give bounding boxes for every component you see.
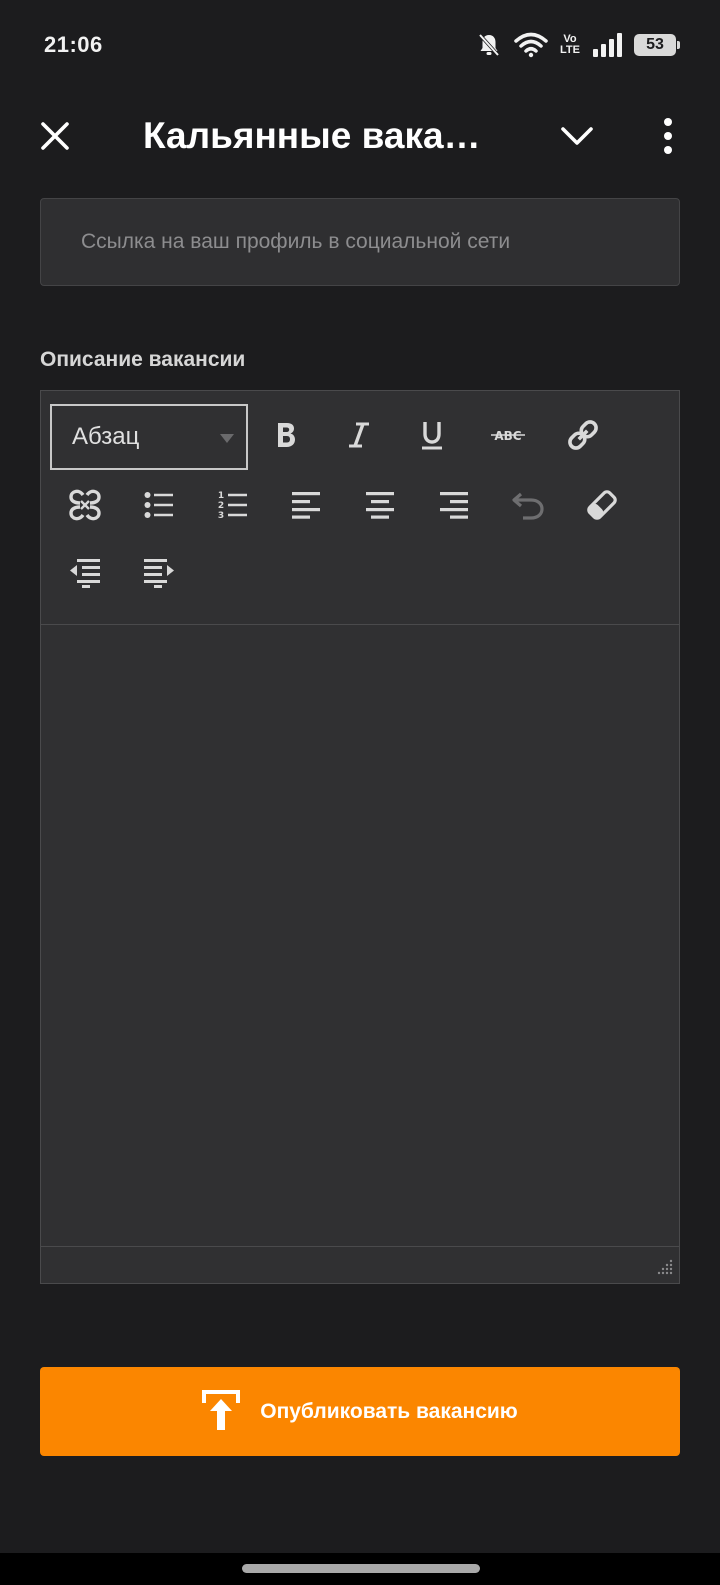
undo-icon xyxy=(511,490,545,525)
publish-button[interactable]: Опубликовать вакансию xyxy=(40,1367,680,1456)
outdent-icon xyxy=(69,558,101,593)
format-select-value: Абзац xyxy=(72,423,140,450)
volte-icon: Vo LTE xyxy=(560,34,580,56)
indent-icon xyxy=(143,558,175,593)
bold-button[interactable] xyxy=(262,413,310,461)
status-bar: 21:06 Vo LTE 53 xyxy=(0,0,720,90)
italic-button[interactable] xyxy=(335,413,383,461)
signal-icon xyxy=(592,33,622,57)
numbered-list-icon: 1 2 3 xyxy=(218,489,248,526)
indent-button[interactable] xyxy=(135,551,183,599)
align-center-button[interactable] xyxy=(356,483,404,531)
bold-icon xyxy=(274,421,298,454)
description-editor: Абзац ABC 1 2 3 xyxy=(40,390,680,1284)
align-left-button[interactable] xyxy=(282,483,330,531)
link-icon xyxy=(565,417,601,458)
strikethrough-icon: ABC xyxy=(490,425,526,450)
caret-down-icon xyxy=(220,434,234,443)
close-button[interactable] xyxy=(30,111,80,161)
app-bar: Кальянные вака… xyxy=(0,92,720,180)
underline-icon xyxy=(420,420,444,455)
close-icon xyxy=(41,122,69,150)
expand-button[interactable] xyxy=(552,111,602,161)
italic-icon xyxy=(347,421,371,454)
svg-text:3: 3 xyxy=(218,511,224,521)
align-right-button[interactable] xyxy=(430,483,478,531)
more-vert-icon xyxy=(664,118,672,154)
align-right-icon xyxy=(439,491,469,524)
description-text-area[interactable] xyxy=(41,626,679,1246)
strikethrough-button[interactable]: ABC xyxy=(484,413,532,461)
svg-text:2: 2 xyxy=(218,501,224,511)
svg-text:1: 1 xyxy=(218,491,224,501)
description-label: Описание вакансии xyxy=(40,348,246,371)
unlink-button[interactable] xyxy=(61,483,109,531)
align-center-icon xyxy=(365,491,395,524)
publish-button-label: Опубликовать вакансию xyxy=(260,1399,518,1423)
outdent-button[interactable] xyxy=(61,551,109,599)
editor-toolbar: Абзац ABC 1 2 3 xyxy=(41,391,679,625)
status-time: 21:06 xyxy=(44,32,103,57)
bullet-list-icon xyxy=(144,491,174,524)
eraser-icon xyxy=(585,488,619,527)
status-icons: Vo LTE 53 xyxy=(476,32,680,58)
svg-text:ABC: ABC xyxy=(494,429,521,443)
underline-button[interactable] xyxy=(408,413,456,461)
system-nav-bar xyxy=(0,1553,720,1585)
link-button[interactable] xyxy=(559,413,607,461)
more-options-button[interactable] xyxy=(648,111,688,161)
battery-icon: 53 xyxy=(634,34,680,56)
align-left-icon xyxy=(291,491,321,524)
page-title: Кальянные вака… xyxy=(143,115,481,156)
unlink-icon xyxy=(67,487,103,528)
numbered-list-button[interactable]: 1 2 3 xyxy=(209,483,257,531)
wifi-icon xyxy=(514,32,548,58)
bell-off-icon xyxy=(476,32,502,58)
social-profile-input[interactable] xyxy=(40,198,680,286)
volte-bottom: LTE xyxy=(560,44,580,56)
home-indicator[interactable] xyxy=(242,1564,480,1573)
chevron-down-icon xyxy=(561,127,593,145)
format-select[interactable]: Абзац xyxy=(50,404,248,470)
bullet-list-button[interactable] xyxy=(135,483,183,531)
resize-handle-icon[interactable] xyxy=(653,1257,673,1277)
upload-icon xyxy=(202,1389,241,1434)
undo-button[interactable] xyxy=(504,483,552,531)
eraser-button[interactable] xyxy=(578,483,626,531)
editor-statusbar xyxy=(41,1246,679,1283)
battery-level: 53 xyxy=(646,36,664,53)
